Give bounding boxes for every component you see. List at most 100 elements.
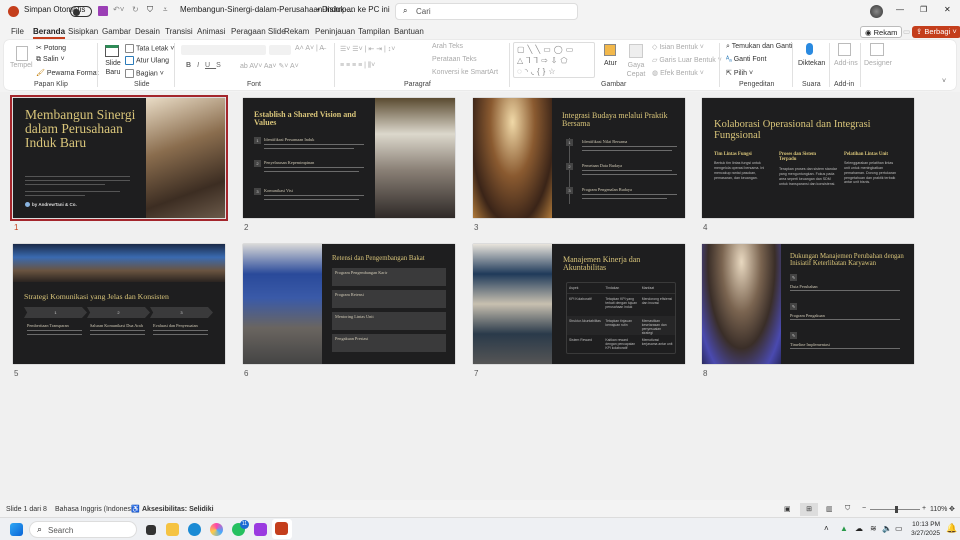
battery-icon[interactable]: ▭ xyxy=(895,524,903,533)
copilot-icon[interactable] xyxy=(210,523,223,536)
slide-sorter-view-button[interactable]: ⊞ xyxy=(800,503,818,516)
layout-button[interactable]: Tata Letak ˅ xyxy=(125,44,174,53)
arrange-button[interactable]: Atur xyxy=(604,60,617,67)
taskbar-search[interactable]: ⌕ Search xyxy=(29,521,137,538)
close-button[interactable]: ✕ xyxy=(944,5,951,14)
file-explorer-icon[interactable] xyxy=(166,523,179,536)
slideshow-button[interactable]: ⛉ xyxy=(845,505,850,513)
slide-thumbnail-4[interactable]: Kolaborasi Operasional dan Integrasi Fun… xyxy=(702,98,914,218)
redo-icon[interactable]: ↻ xyxy=(132,5,139,14)
paste-icon xyxy=(16,46,28,61)
language-indicator[interactable]: Bahasa Inggris (Indonesia) xyxy=(55,506,139,513)
zoom-out-button[interactable]: − xyxy=(862,505,866,512)
avatar[interactable] xyxy=(870,5,883,18)
slide-thumbnail-8[interactable]: Dukungan Manajemen Perubahan dengan Inis… xyxy=(702,244,914,364)
tab-desain[interactable]: Desain xyxy=(135,27,160,36)
minimize-button[interactable]: — xyxy=(896,5,904,14)
normal-view-button[interactable]: ▣ xyxy=(784,505,791,513)
undo-icon[interactable]: ↶˅ xyxy=(113,5,124,14)
align-text-button[interactable]: Perataan Teks xyxy=(432,56,477,63)
share-button[interactable]: ⇪ Berbagi ˅ xyxy=(912,26,960,38)
tab-file[interactable]: File xyxy=(11,27,24,36)
clock-time[interactable]: 10:13 PM xyxy=(912,521,940,528)
show-hidden-icons[interactable]: ˄ xyxy=(824,524,829,533)
zoom-slider-thumb[interactable] xyxy=(894,506,898,513)
task-view-icon[interactable] xyxy=(146,525,156,535)
shape-fill-button[interactable]: ◇ Isian Bentuk ˅ xyxy=(652,43,704,51)
slide-thumbnail-3[interactable]: Integrasi Budaya melalui Praktik Bersama… xyxy=(473,98,685,218)
font-format-buttons[interactable]: BIUS xyxy=(186,62,227,69)
find-replace-button[interactable]: ⌕ Temukan dan Ganti xyxy=(726,43,792,51)
save-status[interactable]: • Disimpan ke PC ini xyxy=(317,5,390,14)
section-button[interactable]: Bagian ˅ xyxy=(125,69,164,78)
fit-to-window-button[interactable]: ✥ xyxy=(949,505,955,513)
convert-smartart-button[interactable]: Konversi ke SmartArt xyxy=(432,69,498,76)
clock-date[interactable]: 3/27/2025 xyxy=(905,530,940,537)
tab-rekam[interactable]: Rekam xyxy=(284,27,309,36)
app-icon[interactable] xyxy=(254,523,267,536)
shapes-gallery[interactable]: ▢╲╲▭◯▭ △⅂⅂⇨⇩⬠ ◌◝◟{}☆ xyxy=(513,42,595,78)
edge-icon[interactable] xyxy=(188,523,201,536)
quick-styles-button[interactable]: Gaya Cepat xyxy=(625,61,647,79)
reading-view-button[interactable]: ▥ xyxy=(826,505,833,513)
autosave-toggle[interactable] xyxy=(70,6,92,17)
designer-button[interactable]: Designer xyxy=(864,60,892,67)
tab-beranda[interactable]: Beranda xyxy=(33,27,66,39)
font-extra-buttons[interactable]: ab AV˅ Aa˅ ✎˅ A˅ xyxy=(240,62,299,70)
tab-transisi[interactable]: Transisi xyxy=(165,27,193,36)
zoom-level[interactable]: 110% xyxy=(930,506,947,513)
tab-gambar[interactable]: Gambar xyxy=(102,27,131,36)
font-size-dropdown[interactable] xyxy=(269,45,291,55)
save-icon[interactable] xyxy=(98,6,108,16)
slide-thumbnail-1[interactable]: Membangun Sinergi dalam Perusahaan Induk… xyxy=(10,95,228,221)
font-name-dropdown[interactable] xyxy=(181,45,266,55)
copy-button[interactable]: ⧉ Salin ˅ xyxy=(36,56,65,64)
font-size-buttons[interactable]: A˄ A˅ | A̶ xyxy=(295,45,324,52)
shape-effects-button[interactable]: ◍ Efek Bentuk ˅ xyxy=(652,69,704,77)
list-buttons[interactable]: ☰˅ ☰˅ | ⇤ ⇥ | ↕˅ xyxy=(340,45,395,53)
present-icon[interactable]: ⛉ xyxy=(147,5,153,15)
tab-sisipkan[interactable]: Sisipkan xyxy=(68,27,98,36)
tab-peragaan-slide[interactable]: Peragaan Slide xyxy=(231,27,286,36)
powerpoint-taskbar-button[interactable] xyxy=(272,519,292,539)
search-box[interactable]: ⌕ Cari xyxy=(395,3,578,20)
tab-tampilan[interactable]: Tampilan xyxy=(358,27,390,36)
cloud-icon[interactable]: ☁ xyxy=(855,524,863,533)
accessibility-status[interactable]: Aksesibilitas: Selidiki xyxy=(142,506,214,513)
volume-icon[interactable]: 🔈 xyxy=(882,524,892,533)
google-drive-icon[interactable]: ▲ xyxy=(840,524,848,533)
wifi-icon[interactable]: ≋ xyxy=(870,524,877,533)
record-button[interactable]: ◉ Rekam xyxy=(860,26,903,38)
notifications-icon[interactable]: 🔔 xyxy=(946,523,957,534)
collapse-ribbon-button[interactable]: ˅ xyxy=(942,78,946,85)
cut-button[interactable]: ✂ Potong xyxy=(36,44,66,52)
dictate-button[interactable]: Diktekan xyxy=(798,60,825,67)
paste-button[interactable]: Tempel xyxy=(10,62,33,69)
tab-animasi[interactable]: Animasi xyxy=(197,27,225,36)
tab-peninjauan[interactable]: Peninjauan xyxy=(315,27,355,36)
reset-button[interactable]: Atur Ulang xyxy=(125,56,169,65)
tab-bantuan[interactable]: Bantuan xyxy=(394,27,424,36)
new-slide-button[interactable]: Slide Baru xyxy=(104,59,122,77)
divider xyxy=(829,43,830,87)
ribbon-tabs: File Beranda Sisipkan Gambar Desain Tran… xyxy=(0,24,960,40)
start-button[interactable] xyxy=(10,523,23,536)
shape-outline-button[interactable]: ▱ Garis Luar Bentuk ˅ xyxy=(652,56,722,64)
addins-button[interactable]: Add-ins xyxy=(834,60,858,67)
customize-qat-icon[interactable]: ⩡ xyxy=(163,5,168,15)
restore-button[interactable]: ❐ xyxy=(920,5,927,14)
slide-number: 5 xyxy=(14,369,19,378)
slide-thumbnail-2[interactable]: Establish a Shared Vision and Values 1 I… xyxy=(243,98,455,218)
replace-font-label: Ganti Font xyxy=(733,56,767,63)
slide-thumbnail-7[interactable]: Manajemen Kinerja dan Akuntabilitas Aspe… xyxy=(473,244,685,364)
format-painter-button[interactable]: 🖌 Pewarna Format xyxy=(36,69,99,77)
replace-font-button[interactable]: ᴬₐ Ganti Font xyxy=(726,56,766,63)
zoom-in-button[interactable]: + xyxy=(922,505,926,512)
select-button[interactable]: ⇱ Pilih ˅ xyxy=(726,69,753,77)
step-marker: 1 xyxy=(566,139,573,146)
table-cell: Struktur Akuntabilitas xyxy=(569,319,601,323)
align-buttons[interactable]: ≡ ≡ ≡ ≡ | ⫼˅ xyxy=(340,62,375,70)
slide-thumbnail-5[interactable]: Strategi Komunikasi yang Jelas dan Konsi… xyxy=(13,244,225,364)
text-direction-button[interactable]: Arah Teks xyxy=(432,43,463,50)
slide-thumbnail-6[interactable]: Retensi dan Pengembangan Bakat Program P… xyxy=(243,244,455,364)
